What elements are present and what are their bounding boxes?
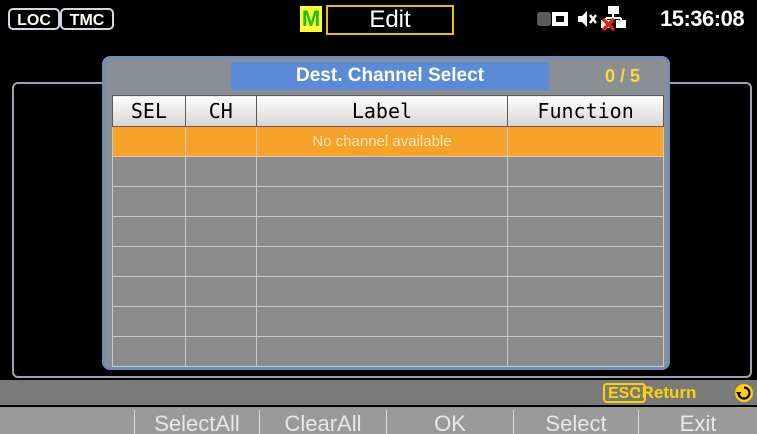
table-cell bbox=[184, 216, 257, 247]
table-cell bbox=[184, 246, 257, 277]
table-cell bbox=[112, 156, 186, 187]
memory-card-icon bbox=[537, 12, 568, 26]
mode-indicator: M bbox=[300, 6, 322, 32]
return-arrow-icon[interactable] bbox=[734, 383, 754, 403]
table-cell bbox=[184, 306, 257, 337]
table-cell bbox=[184, 186, 257, 217]
softkey-select[interactable]: Select bbox=[514, 407, 638, 434]
table-cell bbox=[507, 126, 664, 157]
mute-icon bbox=[578, 11, 597, 27]
dialog-title: Dest. Channel Select bbox=[231, 62, 549, 90]
table-cell bbox=[184, 336, 257, 367]
table-cell bbox=[184, 126, 257, 157]
table-row[interactable] bbox=[112, 246, 664, 277]
table-cell bbox=[507, 186, 664, 217]
table-cell bbox=[507, 306, 664, 337]
network-disconnected-icon bbox=[601, 6, 626, 31]
table-cell bbox=[255, 186, 509, 217]
empty-message: No channel available bbox=[255, 126, 509, 157]
tmc-indicator: TMC bbox=[60, 8, 114, 30]
table-cell bbox=[184, 276, 257, 307]
dest-channel-select-dialog: Dest. Channel Select 0 / 5 SEL CH Label … bbox=[102, 56, 670, 370]
table-row[interactable]: No channel available bbox=[112, 126, 664, 157]
table-row[interactable] bbox=[112, 306, 664, 337]
table-cell bbox=[507, 216, 664, 247]
table-header: SEL CH Label Function bbox=[112, 95, 664, 127]
edit-indicator: Edit bbox=[326, 5, 454, 35]
table-row[interactable] bbox=[112, 156, 664, 187]
table-cell bbox=[112, 126, 186, 157]
table-cell bbox=[112, 186, 186, 217]
softkey-exit[interactable]: Exit bbox=[639, 407, 757, 434]
table-cell bbox=[507, 246, 664, 277]
column-header-ch: CH bbox=[184, 95, 257, 127]
table-cell bbox=[255, 276, 509, 307]
table-cell bbox=[112, 306, 186, 337]
clock: 15:36:08 bbox=[660, 6, 745, 31]
column-header-label: Label bbox=[255, 95, 509, 127]
table-row[interactable] bbox=[112, 276, 664, 307]
table-cell bbox=[112, 246, 186, 277]
softkey-ok[interactable]: OK bbox=[387, 407, 513, 434]
table-row[interactable] bbox=[112, 216, 664, 247]
softkey-select-all[interactable]: SelectAll bbox=[135, 407, 259, 434]
column-header-function: Function bbox=[507, 95, 664, 127]
softkey-1[interactable] bbox=[0, 407, 134, 434]
table-cell bbox=[255, 336, 509, 367]
table-row[interactable] bbox=[112, 336, 664, 367]
table-cell bbox=[112, 336, 186, 367]
return-label: :Return bbox=[636, 383, 697, 402]
softkey-clear-all[interactable]: ClearAll bbox=[260, 407, 386, 434]
selection-count: 0 / 5 bbox=[605, 66, 641, 86]
table-cell bbox=[507, 276, 664, 307]
table-cell bbox=[184, 156, 257, 187]
channel-table: SEL CH Label Function No channel availab… bbox=[112, 95, 664, 367]
table-cell bbox=[112, 216, 186, 247]
table-cell bbox=[112, 276, 186, 307]
table-cell bbox=[255, 156, 509, 187]
table-row[interactable] bbox=[112, 186, 664, 217]
table-cell bbox=[255, 216, 509, 247]
table-cell bbox=[507, 156, 664, 187]
loc-indicator: LOC bbox=[8, 8, 60, 30]
table-cell bbox=[507, 336, 664, 367]
table-cell bbox=[255, 306, 509, 337]
column-header-sel: SEL bbox=[112, 95, 186, 127]
table-cell bbox=[255, 246, 509, 277]
